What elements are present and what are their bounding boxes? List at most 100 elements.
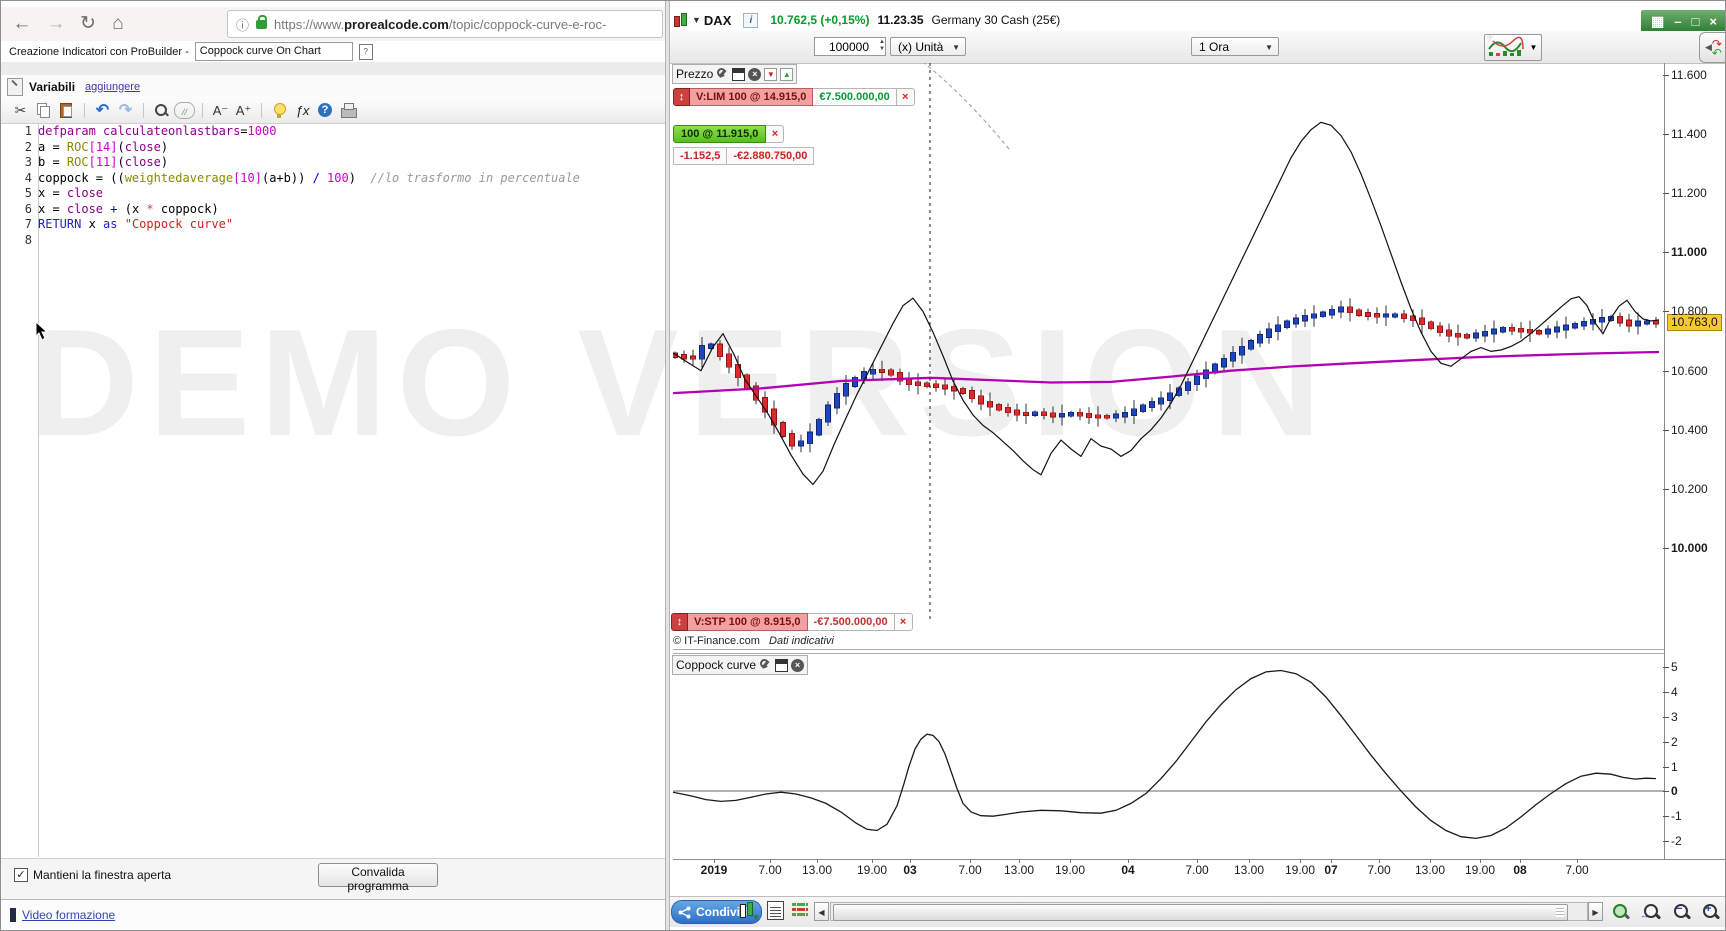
scroll-left-button[interactable]: ◀ [814,902,829,921]
code-line[interactable]: 6 x = close + (x * coppock) [1,202,665,218]
reload-icon[interactable]: ↻ [75,11,101,37]
variables-bar: Variabili aggiungere [1,75,665,99]
indicator-name-input[interactable]: Coppock curve On Chart [194,42,353,61]
vlim-cancel-icon[interactable]: × [896,88,915,106]
help-icon[interactable] [315,100,336,121]
time-axis-tick [1070,859,1071,863]
entry-position-label[interactable]: 100 @ 11.915,0 [673,125,767,143]
disclaimer-text: Dati indicativi [769,635,834,647]
window-subtitle: Creazione Indicatori con ProBuilder - [9,45,189,58]
buy-arrow-icon[interactable] [780,67,794,81]
forward-icon[interactable]: → [43,11,69,37]
comment-icon[interactable] [174,102,195,119]
paste-icon[interactable] [56,100,77,121]
quantity-input[interactable]: 100000 [814,37,886,56]
zoom-in-icon[interactable]: + [1701,902,1721,922]
copy-icon[interactable] [33,100,54,121]
window-icon[interactable] [775,658,789,672]
news-icon[interactable] [767,901,784,920]
page-info-icon[interactable]: ⓘ [236,15,249,34]
validate-program-button[interactable]: Convalida programma [318,863,438,893]
scrollbar-thumb[interactable] [833,904,1568,921]
chart-scrollbar[interactable] [830,902,1588,921]
code-token: + [110,201,118,216]
wrench-icon[interactable] [759,658,772,672]
price-panel-bottom-border [673,649,1664,650]
close-panel-icon[interactable] [791,658,805,672]
code-line[interactable]: 1 defparam calculateonlastbars = 1000 [1,124,665,140]
keyboard-icon[interactable]: ▦ [1651,13,1664,30]
back-icon[interactable]: ← [9,11,35,37]
maximize-button[interactable]: □ [1692,14,1700,29]
time-axis-label: 19.00 [1464,863,1496,877]
order-drag-icon[interactable]: ↕ [671,613,688,631]
price-axis-label: 11.200 [1663,186,1725,200]
vstp-order-label[interactable]: V:STP 100 @ 8.915,0 [688,613,808,631]
instrument-dropdown-icon[interactable]: ▼ [692,15,701,25]
orderbook-icon[interactable] [791,901,811,921]
code-editor[interactable]: 1 defparam calculateonlastbars = 1000 2 a = R… [1,124,665,857]
hint-icon[interactable] [269,100,290,121]
print-icon[interactable] [338,100,359,121]
close-button[interactable]: × [1709,14,1717,29]
url-bar[interactable]: ⓘ https://www.prorealcode.com/topic/copp… [227,10,663,38]
chart-settings-icon[interactable] [1611,902,1631,922]
rename-help-icon[interactable]: ? [358,43,373,60]
code-token: ) [348,170,356,185]
toolbar-separator [261,103,262,118]
code-line[interactable]: 2 a = ROC [14](close) [1,140,665,156]
price-axis-label: 11.600 [1663,68,1725,82]
window-icon[interactable] [732,67,746,81]
price-axis-label: 10.400 [1663,423,1725,437]
redo-icon[interactable] [115,100,136,121]
code-line[interactable]: 4 coppock = ((weightedaverage [10] (a+b)) /… [1,171,665,187]
vstp-cancel-icon[interactable]: × [894,613,913,631]
padlock-icon [256,14,268,29]
scrollbar-grip[interactable] [1556,908,1564,917]
chart-type-button[interactable] [1484,34,1528,61]
info-icon[interactable]: i [743,12,759,28]
zoom-select-icon[interactable]: ↔ [1640,902,1662,922]
price-plot[interactable] [673,63,1664,649]
code-line[interactable]: 3 b = ROC [11](close) [1,155,665,171]
search-icon[interactable] [151,100,172,121]
time-axis-tick [714,859,715,863]
timeframe-select[interactable]: 1 Ora ▼ [1191,37,1279,56]
add-variable-link[interactable]: aggiungere [85,81,140,93]
code-token: as [103,217,118,231]
scroll-right-button[interactable]: ▶ [1588,902,1603,921]
code-token: ( [117,139,125,154]
code-token: //lo trasformo in percentuale [355,170,580,185]
fminus-icon[interactable] [210,100,231,121]
code-token: (x [117,201,147,216]
minimize-button[interactable]: – [1674,14,1681,29]
collapse-panel-handle[interactable]: ◀ ↷ ↶ [1699,32,1725,63]
screenshot-root: DEMO VERSION ← → ↻ ⌂ ⓘ https://www.prore… [0,0,1726,931]
home-icon[interactable]: ⌂ [105,11,131,37]
instrument-symbol[interactable]: DAX [704,13,731,28]
code-line[interactable]: 7 RETURN x as "Coppock curve" [1,217,665,233]
code-line[interactable]: 8 [1,233,665,249]
price-alert-icon[interactable]: ▼ [738,901,760,922]
code-token: [10] [233,170,262,185]
close-panel-icon[interactable] [748,67,762,81]
fplus-icon[interactable] [233,100,254,121]
unit-select[interactable]: (x) Unità ▼ [890,37,966,56]
wrench-icon[interactable] [716,67,729,81]
quantity-stepper[interactable]: ▲ ▼ [879,39,1724,53]
sell-arrow-icon[interactable] [764,67,778,81]
code-token: close [124,155,161,169]
video-training-link[interactable]: Video formazione [22,908,115,922]
undo-icon[interactable] [92,100,113,121]
coppock-plot[interactable] [673,653,1664,859]
zoom-out-icon[interactable]: − [1672,902,1692,922]
cut-icon[interactable] [10,100,31,121]
panel-divider[interactable] [665,1,670,930]
code-line[interactable]: 5 x = close [1,186,665,202]
keep-open-checkbox[interactable]: ✓ [14,868,28,882]
chart-type-dropdown-icon[interactable]: ▼ [1526,34,1542,61]
order-drag-icon[interactable]: ↕ [673,88,690,106]
vlim-order-label[interactable]: V:LIM 100 @ 14.915,0 [690,88,814,106]
entry-close-icon[interactable]: × [766,125,785,143]
fx-icon[interactable] [292,100,313,121]
